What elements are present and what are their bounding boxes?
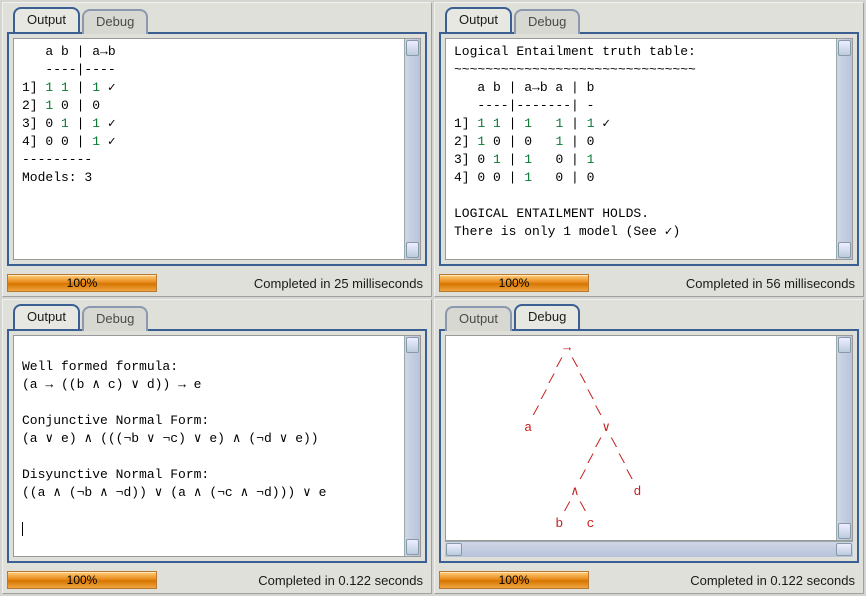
tab-debug[interactable]: Debug xyxy=(82,306,148,331)
scroll-area: → / \ / \ / \ / \ a ∨ / \ / \ / \ ∧ d xyxy=(445,335,853,541)
vertical-scrollbar[interactable] xyxy=(404,336,420,556)
progress-bar: 100% xyxy=(439,571,589,589)
progress-bar: 100% xyxy=(439,274,589,292)
output-text[interactable]: Logical Entailment truth table: ~~~~~~~~… xyxy=(446,39,836,259)
content-frame: → / \ / \ / \ / \ a ∨ / \ / \ / \ ∧ d xyxy=(439,329,859,563)
tab-debug[interactable]: Debug xyxy=(514,9,580,34)
status-row: 100% Completed in 25 milliseconds xyxy=(7,274,427,292)
content-frame: a b | a→b ----|---- 1] 1 1 | 1 ✓ 2] 1 0 … xyxy=(7,32,427,266)
status-row: 100% Completed in 56 milliseconds xyxy=(439,274,859,292)
vertical-scrollbar[interactable] xyxy=(836,39,852,259)
status-text: Completed in 56 milliseconds xyxy=(597,276,859,291)
status-text: Completed in 25 milliseconds xyxy=(165,276,427,291)
progress-bar: 100% xyxy=(7,274,157,292)
tab-output[interactable]: Output xyxy=(445,306,512,331)
status-row: 100% Completed in 0.122 seconds xyxy=(439,571,859,589)
tab-debug[interactable]: Debug xyxy=(514,304,580,329)
tab-bar: OutputDebug xyxy=(13,7,427,32)
tab-output[interactable]: Output xyxy=(445,7,512,32)
status-text: Completed in 0.122 seconds xyxy=(597,573,859,588)
scroll-area: Well formed formula: (a → ((b ∧ c) ∨ d))… xyxy=(13,335,421,557)
tab-output[interactable]: Output xyxy=(13,7,80,32)
panel-1: OutputDebug Logical Entailment truth tabl… xyxy=(434,2,864,297)
content-frame: Logical Entailment truth table: ~~~~~~~~… xyxy=(439,32,859,266)
horizontal-scrollbar[interactable] xyxy=(445,541,853,557)
tab-output[interactable]: Output xyxy=(13,304,80,329)
tab-bar: OutputDebug xyxy=(445,304,859,329)
panel-3: OutputDebug → / \ / \ / \ / \ a ∨ / \ / … xyxy=(434,299,864,594)
status-text: Completed in 0.122 seconds xyxy=(165,573,427,588)
output-text[interactable]: Well formed formula: (a → ((b ∧ c) ∨ d))… xyxy=(14,336,404,556)
progress-bar: 100% xyxy=(7,571,157,589)
tab-bar: OutputDebug xyxy=(13,304,427,329)
vertical-scrollbar[interactable] xyxy=(836,336,852,540)
tab-bar: OutputDebug xyxy=(445,7,859,32)
scroll-area: Logical Entailment truth table: ~~~~~~~~… xyxy=(445,38,853,260)
panel-2: OutputDebug Well formed formula: (a → ((… xyxy=(2,299,432,594)
tab-debug[interactable]: Debug xyxy=(82,9,148,34)
vertical-scrollbar[interactable] xyxy=(404,39,420,259)
scroll-area: a b | a→b ----|---- 1] 1 1 | 1 ✓ 2] 1 0 … xyxy=(13,38,421,260)
panel-0: OutputDebug a b | a→b ----|---- 1] 1 1 |… xyxy=(2,2,432,297)
output-text[interactable]: a b | a→b ----|---- 1] 1 1 | 1 ✓ 2] 1 0 … xyxy=(14,39,404,259)
output-text[interactable]: → / \ / \ / \ / \ a ∨ / \ / \ / \ ∧ d xyxy=(446,336,836,540)
content-frame: Well formed formula: (a → ((b ∧ c) ∨ d))… xyxy=(7,329,427,563)
status-row: 100% Completed in 0.122 seconds xyxy=(7,571,427,589)
